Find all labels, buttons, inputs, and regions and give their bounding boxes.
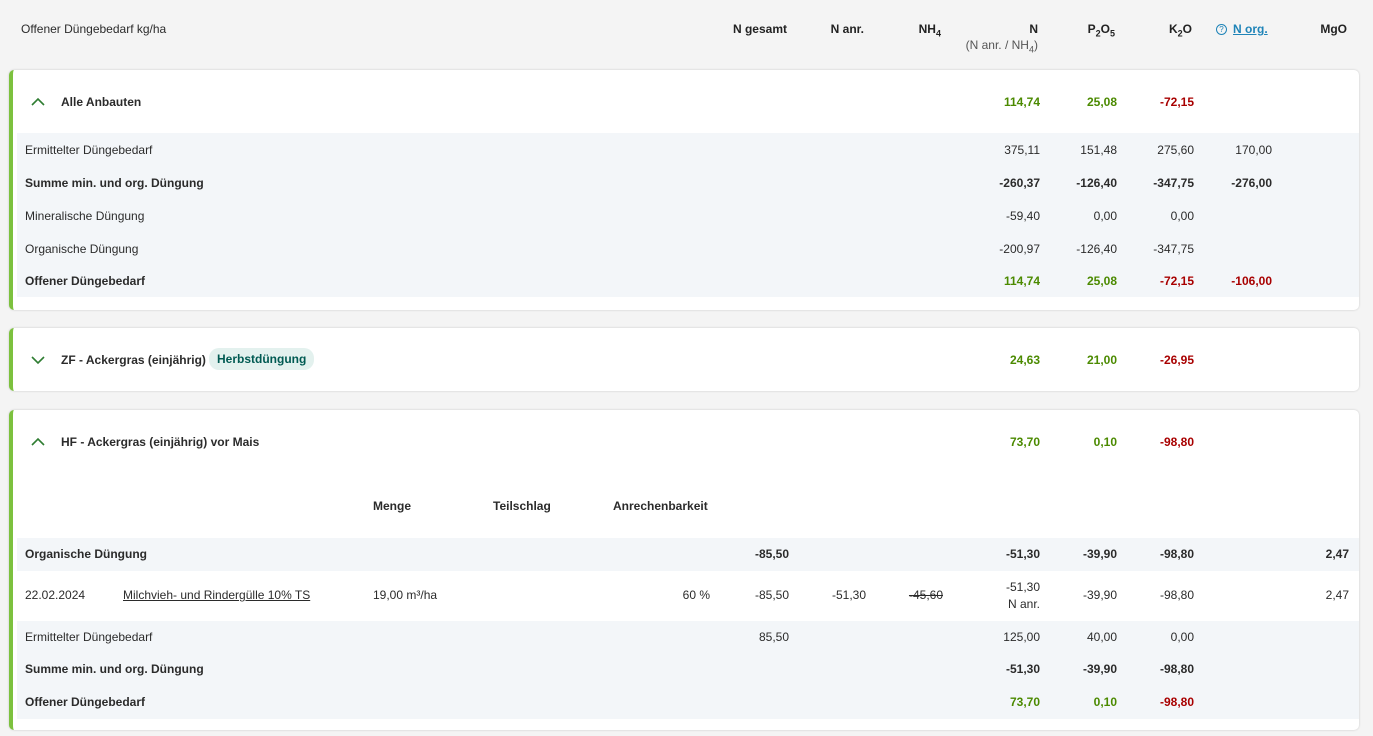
n-org-link[interactable]: N org.	[1233, 22, 1268, 36]
summary-k2o: -98,80	[1159, 435, 1194, 449]
row-n-org: 170,00	[1235, 143, 1272, 157]
card-title: ZF - Ackergras (einjährig)	[61, 353, 206, 367]
entry-p2o5: -39,90	[1082, 588, 1117, 602]
entry-n-gesamt: -85,50	[754, 588, 789, 602]
organic-group-row: Organische Düngung -85,50 -51,30 -39,90 …	[17, 538, 1359, 571]
summary-p2o5: 25,08	[1086, 95, 1117, 109]
row-n: -51,30	[1005, 547, 1040, 561]
row-mgo: 2,47	[1325, 547, 1349, 561]
col-header-n-subtitle: (N anr. / NH4)	[965, 38, 1038, 55]
help-icon[interactable]: ?	[1216, 24, 1227, 35]
row-n: -200,97	[999, 242, 1040, 256]
sub-header-anrechenbarkeit: Anrechenbarkeit	[613, 499, 708, 513]
row-p2o5: 151,48	[1080, 143, 1117, 157]
row-p2o5: -39,90	[1082, 662, 1117, 676]
col-header-nh4: NH4	[918, 22, 941, 39]
entry-nh4: -45,60	[908, 588, 943, 602]
detail-table: Ermittelter Düngebedarf 375,11 151,48 27…	[17, 133, 1359, 297]
row-k2o: -72,15	[1159, 274, 1194, 288]
row-n: -51,30	[1005, 662, 1040, 676]
row-label: Offener Düngebedarf	[25, 695, 146, 709]
row-p2o5: 0,10	[1093, 695, 1117, 709]
sub-header-menge: Menge	[373, 499, 412, 513]
summary-p2o5: 0,10	[1093, 435, 1117, 449]
entry-n-anr: -51,30	[831, 588, 866, 602]
card-zf-ackergras: ZF - Ackergras (einjährig) Herbstdüngung…	[9, 328, 1359, 391]
summary-n: 114,74	[1003, 95, 1040, 109]
col-header-k2o: K2O	[1168, 22, 1192, 39]
page-title: Offener Düngebedarf kg/ha	[21, 22, 167, 36]
row-n: -59,40	[1005, 209, 1040, 223]
row-k2o: -98,80	[1159, 547, 1194, 561]
entry-anrechenbarkeit: 60 %	[682, 588, 710, 602]
summary-p2o5: 21,00	[1086, 353, 1117, 367]
row-n-org: -106,00	[1231, 274, 1272, 288]
col-header-n-org[interactable]: ? N org.	[1216, 22, 1268, 36]
row-label: Offener Düngebedarf	[25, 274, 146, 288]
row-p2o5: -126,40	[1076, 176, 1117, 190]
entry-menge: 19,00 m³/ha	[373, 588, 438, 602]
row-label: Organische Düngung	[25, 547, 148, 561]
row-n-org: -276,00	[1231, 176, 1272, 190]
row-label: Ermittelter Düngebedarf	[25, 143, 153, 157]
entry-product-link[interactable]: Milchvieh- und Rindergülle 10% TS	[123, 588, 310, 602]
row-k2o: 275,60	[1157, 143, 1194, 157]
row-label: Summe min. und org. Düngung	[25, 662, 204, 676]
col-header-p2o5: P2O5	[1087, 22, 1115, 39]
row-label: Summe min. und org. Düngung	[25, 176, 204, 190]
row-k2o: -98,80	[1159, 695, 1194, 709]
row-n: 73,70	[1009, 695, 1040, 709]
herbstduengung-badge: Herbstdüngung	[209, 348, 315, 370]
row-n: -260,37	[999, 176, 1040, 190]
row-n: 375,11	[1004, 143, 1040, 157]
row-p2o5: 0,00	[1093, 209, 1117, 223]
row-k2o: -347,75	[1153, 176, 1194, 190]
row-n-gesamt: -85,50	[754, 547, 789, 561]
sub-header-teilschlag: Teilschlag	[493, 499, 551, 513]
entry-n-note: N anr.	[1007, 597, 1040, 611]
row-k2o: 0,00	[1170, 630, 1194, 644]
row-p2o5: -126,40	[1076, 242, 1117, 256]
col-header-n-anr: N anr.	[830, 22, 864, 36]
card-title: HF - Ackergras (einjährig) vor Mais	[61, 435, 260, 449]
row-k2o: -98,80	[1159, 662, 1194, 676]
row-n: 114,74	[1003, 274, 1040, 288]
row-p2o5: -39,90	[1082, 547, 1117, 561]
row-n: 125,00	[1003, 630, 1040, 644]
row-label: Ermittelter Düngebedarf	[25, 630, 153, 644]
summary-k2o: -26,95	[1159, 353, 1194, 367]
summary-k2o: -72,15	[1159, 95, 1194, 109]
card-title: Alle Anbauten	[61, 95, 142, 109]
card-alle-anbauten: Alle Anbauten 114,74 25,08 -72,15 Ermitt…	[9, 70, 1359, 310]
row-label: Organische Düngung	[25, 242, 139, 256]
summary-n: 24,63	[1009, 353, 1040, 367]
entry-mgo: 2,47	[1325, 588, 1349, 602]
entry-k2o: -98,80	[1159, 588, 1194, 602]
chevron-down-icon[interactable]	[31, 355, 45, 365]
row-k2o: -347,75	[1153, 242, 1194, 256]
row-p2o5: 40,00	[1086, 630, 1117, 644]
chevron-up-icon[interactable]	[31, 97, 45, 107]
row-label: Mineralische Düngung	[25, 209, 145, 223]
col-header-n-gesamt: N gesamt	[732, 22, 787, 36]
entry-date: 22.02.2024	[25, 588, 86, 602]
row-p2o5: 25,08	[1086, 274, 1117, 288]
col-header-mgo: MgO	[1320, 22, 1347, 36]
summary-n: 73,70	[1009, 435, 1040, 449]
hf-summary-table: Ermittelter Düngebedarf 85,50 125,00 40,…	[17, 621, 1359, 719]
chevron-up-icon[interactable]	[31, 437, 45, 447]
row-k2o: 0,00	[1170, 209, 1194, 223]
entry-n: -51,30	[1005, 580, 1040, 594]
card-hf-ackergras: HF - Ackergras (einjährig) vor Mais 73,7…	[9, 410, 1359, 730]
row-n-gesamt: 85,50	[758, 630, 789, 644]
col-header-n: N	[1029, 22, 1038, 36]
